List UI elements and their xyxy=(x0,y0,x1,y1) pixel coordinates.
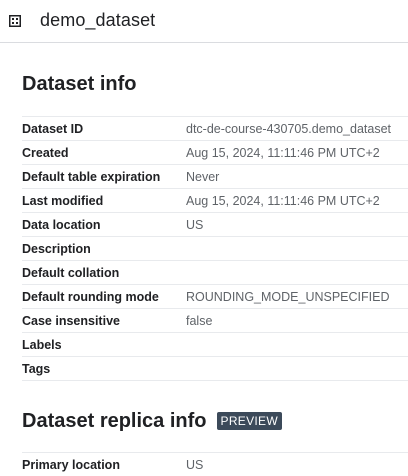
row-value: Aug 15, 2024, 11:11:46 PM UTC+2 xyxy=(186,146,380,160)
info-row-default-rounding-mode: Default rounding mode ROUNDING_MODE_UNSP… xyxy=(22,285,408,309)
info-row-default-collation: Default collation xyxy=(22,261,408,285)
row-value: Never xyxy=(186,170,220,184)
dataset-header: demo_dataset xyxy=(0,0,408,43)
replica-info-table: Primary location US xyxy=(22,452,408,476)
replica-row-primary-location: Primary location US xyxy=(22,452,408,476)
info-row-data-location: Data location US xyxy=(22,213,408,237)
row-value: US xyxy=(186,218,204,232)
row-key: Default collation xyxy=(22,266,120,280)
dataset-grid-icon xyxy=(9,14,21,27)
row-key: Dataset ID xyxy=(22,122,84,136)
row-value: dtc-de-course-430705.demo_dataset xyxy=(186,122,391,136)
row-key: Data location xyxy=(22,218,101,232)
replica-info-title: Dataset replica info xyxy=(22,410,207,432)
row-key: Labels xyxy=(22,338,62,352)
replica-info-heading: Dataset replica info PREVIEW xyxy=(22,409,282,433)
row-value: US xyxy=(186,458,204,472)
row-key: Last modified xyxy=(22,194,104,208)
row-key: Case insensitive xyxy=(22,314,120,328)
info-row-last-modified: Last modified Aug 15, 2024, 11:11:46 PM … xyxy=(22,189,408,213)
preview-badge: PREVIEW xyxy=(216,412,282,430)
row-key: Tags xyxy=(22,362,51,376)
dataset-info-heading: Dataset info xyxy=(22,73,137,95)
dataset-title: demo_dataset xyxy=(40,10,156,30)
info-row-labels: Labels xyxy=(22,333,408,357)
row-key: Primary location xyxy=(22,458,120,472)
info-row-created: Created Aug 15, 2024, 11:11:46 PM UTC+2 xyxy=(22,141,408,165)
row-value: false xyxy=(186,314,213,328)
info-row-dataset-id: Dataset ID dtc-de-course-430705.demo_dat… xyxy=(22,116,408,141)
row-key: Default rounding mode xyxy=(22,290,159,304)
info-row-tags: Tags xyxy=(22,357,408,381)
row-key: Description xyxy=(22,242,91,256)
row-key: Created xyxy=(22,146,69,160)
info-row-description: Description xyxy=(22,237,408,261)
dataset-info-table: Dataset ID dtc-de-course-430705.demo_dat… xyxy=(22,116,408,381)
info-row-default-table-expiration: Default table expiration Never xyxy=(22,165,408,189)
row-key: Default table expiration xyxy=(22,170,161,184)
row-value: ROUNDING_MODE_UNSPECIFIED xyxy=(186,290,390,304)
info-row-case-insensitive: Case insensitive false xyxy=(22,309,408,333)
row-value: Aug 15, 2024, 11:11:46 PM UTC+2 xyxy=(186,194,380,208)
